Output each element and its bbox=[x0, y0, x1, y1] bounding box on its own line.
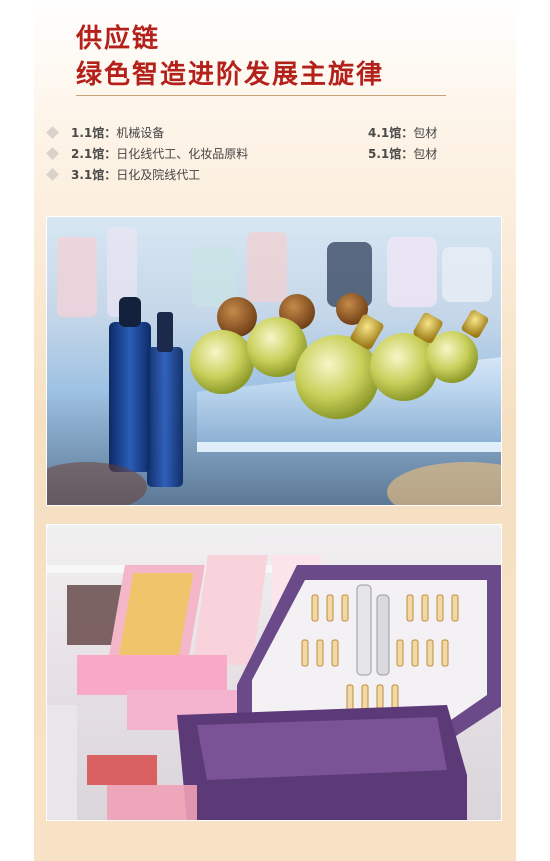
hall-separator: ： bbox=[401, 125, 414, 140]
hall-description: 包材 bbox=[413, 146, 438, 161]
perfume-bottles-photo bbox=[46, 216, 502, 506]
hall-separator: ： bbox=[401, 146, 414, 161]
hall-list: 1.1馆：机械设备 2.1馆：日化线代工、化妆品原料 3.1馆：日化及院线代工 … bbox=[46, 122, 476, 186]
hall-item-5: 5.1馆：包材 bbox=[368, 143, 437, 163]
gift-box-illustration bbox=[47, 555, 501, 820]
page-title-line1: 供应链 bbox=[76, 24, 161, 54]
hall-item-2: 2.1馆：日化线代工、化妆品原料 bbox=[46, 143, 248, 163]
hall-separator: ： bbox=[104, 146, 117, 161]
hall-code: 3.1馆 bbox=[71, 167, 105, 182]
cosmetics-gift-box-photo bbox=[46, 524, 502, 821]
hall-item-4: 4.1馆：包材 bbox=[368, 122, 437, 142]
hall-code: 2.1馆 bbox=[71, 146, 105, 161]
diamond-bullet-icon bbox=[46, 167, 59, 181]
hall-description: 机械设备 bbox=[116, 125, 165, 140]
diamond-bullet-icon bbox=[46, 125, 59, 139]
hall-description: 日化及院线代工 bbox=[116, 167, 201, 182]
hall-code: 1.1馆 bbox=[71, 125, 105, 140]
hall-code: 4.1馆 bbox=[368, 125, 402, 140]
page-title-line2: 绿色智造进阶发展主旋律 bbox=[76, 60, 385, 90]
diamond-bullet-icon bbox=[46, 146, 59, 160]
hall-separator: ： bbox=[104, 125, 117, 140]
hall-item-1: 1.1馆：机械设备 bbox=[46, 122, 164, 142]
hall-code: 5.1馆 bbox=[368, 146, 402, 161]
title-divider bbox=[76, 95, 446, 96]
hall-description: 包材 bbox=[413, 125, 438, 140]
hall-separator: ： bbox=[104, 167, 117, 182]
hall-description: 日化线代工、化妆品原料 bbox=[116, 146, 249, 161]
hall-item-3: 3.1馆：日化及院线代工 bbox=[46, 164, 200, 184]
perfume-bottles-illustration bbox=[47, 227, 501, 505]
